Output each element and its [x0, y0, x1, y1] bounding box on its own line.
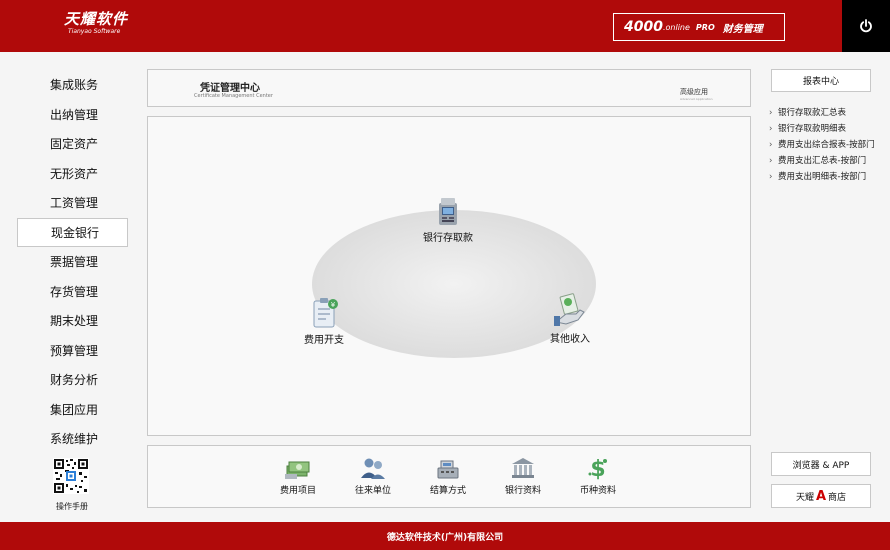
chevron-right-icon: ›: [769, 172, 773, 182]
other-income-node[interactable]: 其他收入: [550, 292, 590, 345]
top-header: 天耀软件 Tianyao Software 4000 .online PRO 财…: [0, 0, 890, 52]
settlement-button[interactable]: 结算方式: [418, 456, 478, 496]
bank-deposit-node[interactable]: 银行存取款: [423, 197, 473, 244]
sidebar-item-period-end[interactable]: 期末处理: [17, 306, 128, 336]
power-icon: [860, 19, 872, 33]
footer-company: 德达软件技术(广州)有限公司: [386, 532, 504, 543]
qr-code-icon[interactable]: [53, 458, 89, 494]
sidebar-item-inventory[interactable]: 存货管理: [17, 277, 128, 307]
sidebar-item-system[interactable]: 系统维护: [17, 424, 128, 454]
report-link-label: 费用支出综合报表-按部门: [778, 140, 875, 150]
panel-subtitle: Certificate Management Center: [194, 93, 273, 99]
svg-text:¥: ¥: [331, 301, 336, 309]
logo-title: 天耀软件: [64, 10, 129, 28]
sidebar-item-budget[interactable]: 预算管理: [17, 336, 128, 366]
footer-bar: 德达软件技术(广州)有限公司: [0, 522, 890, 550]
power-button[interactable]: [842, 0, 890, 52]
expense-document-icon: ¥: [313, 298, 338, 328]
expense-items-button[interactable]: 费用项目: [268, 456, 328, 496]
chevron-right-icon: ›: [769, 124, 773, 134]
bottom-toolbar: 费用项目 往来单位 结算方式 银行资料 $ 币种资料: [147, 445, 751, 508]
app-store-button[interactable]: 天耀 A 商店: [771, 484, 871, 508]
panel-title: 凭证管理中心: [200, 83, 260, 94]
settlement-label: 结算方式: [429, 486, 466, 496]
cash-register-icon: [437, 460, 459, 479]
product-number: 4000: [624, 19, 663, 35]
sidebar-item-group[interactable]: 集团应用: [17, 395, 128, 425]
chevron-right-icon: ›: [769, 140, 773, 150]
bank-deposit-label: 银行存取款: [423, 233, 473, 244]
sidebar-item-fixed-assets[interactable]: 固定资产: [17, 129, 128, 159]
app-window: 天耀软件 Tianyao Software 4000 .online PRO 财…: [0, 0, 890, 550]
store-logo-letter: A: [815, 488, 827, 504]
currency-button[interactable]: $ 币种资料: [568, 456, 628, 496]
sidebar-item-financial-analysis[interactable]: 财务分析: [17, 365, 128, 395]
report-link-label: 费用支出汇总表-按部门: [778, 156, 867, 166]
report-link-expense-summary[interactable]: › 费用支出汇总表-按部门: [769, 156, 887, 166]
atm-machine-icon: [439, 198, 457, 225]
product-online: .online: [662, 22, 690, 32]
report-link-label: 银行存取款汇总表: [778, 108, 847, 118]
product-name: 财务管理: [722, 23, 763, 35]
expense-node[interactable]: ¥ 费用开支: [304, 297, 344, 346]
advanced-app-link[interactable]: 高级应用: [680, 87, 708, 97]
logo-subtitle: Tianyao Software: [68, 28, 121, 35]
expense-label: 费用开支: [304, 335, 344, 346]
report-center-button[interactable]: 报表中心: [771, 69, 871, 92]
logo: 天耀软件 Tianyao Software: [64, 10, 128, 36]
sidebar-item-integrated-accounting[interactable]: 集成账务: [17, 70, 128, 100]
report-link-label: 银行存取款明细表: [778, 124, 847, 134]
report-link-label: 费用支出明细表-按部门: [778, 172, 867, 182]
sidebar-item-bills[interactable]: 票据管理: [17, 247, 128, 277]
dollar-icon: $: [588, 457, 607, 480]
report-link-expense-comprehensive[interactable]: › 费用支出综合报表-按部门: [769, 140, 887, 150]
product-badge: 4000 .online PRO 财务管理: [613, 13, 785, 41]
panel-header: 凭证管理中心 Certificate Management Center 高级应…: [147, 69, 751, 107]
flow-panel: 银行存取款 ¥ 费用开支 其他收入: [147, 116, 751, 436]
income-hand-icon: [554, 293, 585, 326]
sidebar-item-intangible-assets[interactable]: 无形资产: [17, 159, 128, 189]
store-suffix: 商店: [828, 492, 847, 503]
report-list: › 银行存取款汇总表 › 银行存取款明细表 › 费用支出综合报表-按部门 › 费用支出汇…: [769, 108, 887, 188]
bank-icon: [512, 458, 534, 478]
sidebar-nav: 集成账务 出纳管理 固定资产 无形资产 工资管理 现金银行 票据管理 存货管理 …: [17, 70, 128, 454]
sidebar-item-payroll[interactable]: 工资管理: [17, 188, 128, 218]
sidebar-item-cashier[interactable]: 出纳管理: [17, 100, 128, 130]
chevron-right-icon: ›: [769, 108, 773, 118]
report-link-bank-summary[interactable]: › 银行存取款汇总表: [769, 108, 887, 118]
report-link-expense-detail[interactable]: › 费用支出明细表-按部门: [769, 172, 887, 182]
manual-label[interactable]: 操作手册: [40, 501, 104, 512]
contacts-button[interactable]: 往来单位: [343, 456, 403, 496]
money-stack-icon: [285, 461, 310, 479]
other-income-label: 其他收入: [550, 334, 590, 345]
store-prefix: 天耀: [795, 492, 814, 503]
browser-app-button[interactable]: 浏览器 & APP: [771, 452, 871, 476]
expense-items-label: 费用项目: [279, 486, 316, 496]
currency-label: 币种资料: [579, 486, 616, 496]
product-pro: PRO: [695, 22, 715, 32]
sidebar-item-cash-bank[interactable]: 现金银行: [17, 217, 128, 247]
report-link-bank-detail[interactable]: › 银行存取款明细表: [769, 124, 887, 134]
contacts-label: 往来单位: [354, 486, 391, 496]
bank-info-button[interactable]: 银行资料: [493, 456, 553, 496]
bank-info-label: 银行资料: [504, 486, 541, 496]
people-icon: [361, 458, 385, 479]
chevron-right-icon: ›: [769, 156, 773, 166]
advanced-app-subtitle: Advanced Application: [680, 97, 713, 101]
